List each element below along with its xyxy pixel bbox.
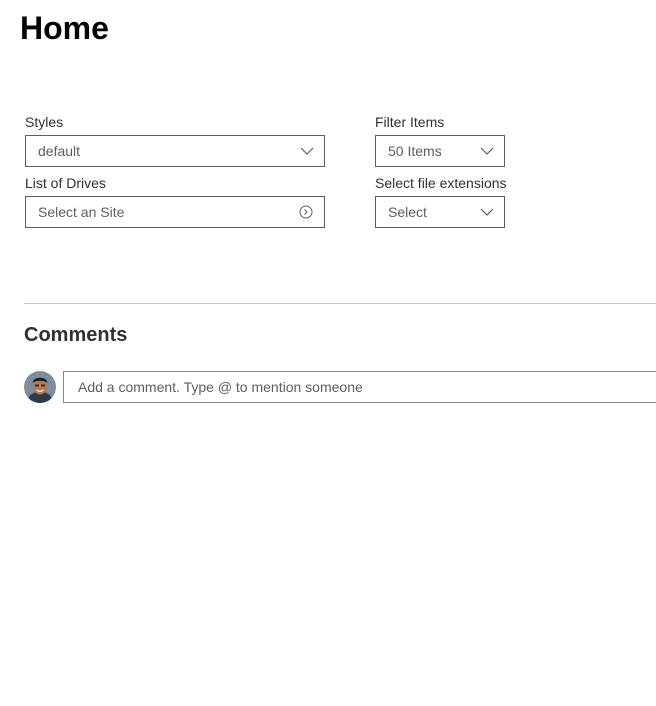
comment-input[interactable]	[63, 371, 656, 403]
comments-title: Comments	[24, 324, 128, 346]
chevron-down-icon	[480, 147, 494, 155]
section-divider	[24, 303, 656, 304]
styles-dropdown-value: default	[38, 143, 81, 159]
file-extensions-dropdown[interactable]: Select	[375, 196, 505, 228]
file-extensions-label: Select file extensions	[375, 175, 507, 191]
circle-arrow-icon[interactable]	[299, 205, 313, 219]
page-title: Home	[20, 10, 109, 46]
styles-dropdown[interactable]: default	[25, 135, 325, 167]
styles-label: Styles	[25, 114, 64, 130]
filter-items-dropdown-value: 50 Items	[388, 143, 442, 159]
site-picker-field[interactable]: Select an Site	[25, 196, 325, 228]
user-avatar-icon	[24, 371, 56, 403]
site-picker-placeholder: Select an Site	[38, 204, 125, 220]
avatar	[24, 371, 56, 403]
file-extensions-dropdown-value: Select	[388, 204, 427, 220]
chevron-down-icon	[480, 208, 494, 216]
page: Home Styles default Filter Items 50 Item…	[0, 0, 656, 706]
list-of-drives-label: List of Drives	[25, 175, 106, 191]
chevron-down-icon	[300, 147, 314, 155]
filter-items-label: Filter Items	[375, 114, 445, 130]
filter-items-dropdown[interactable]: 50 Items	[375, 135, 505, 167]
